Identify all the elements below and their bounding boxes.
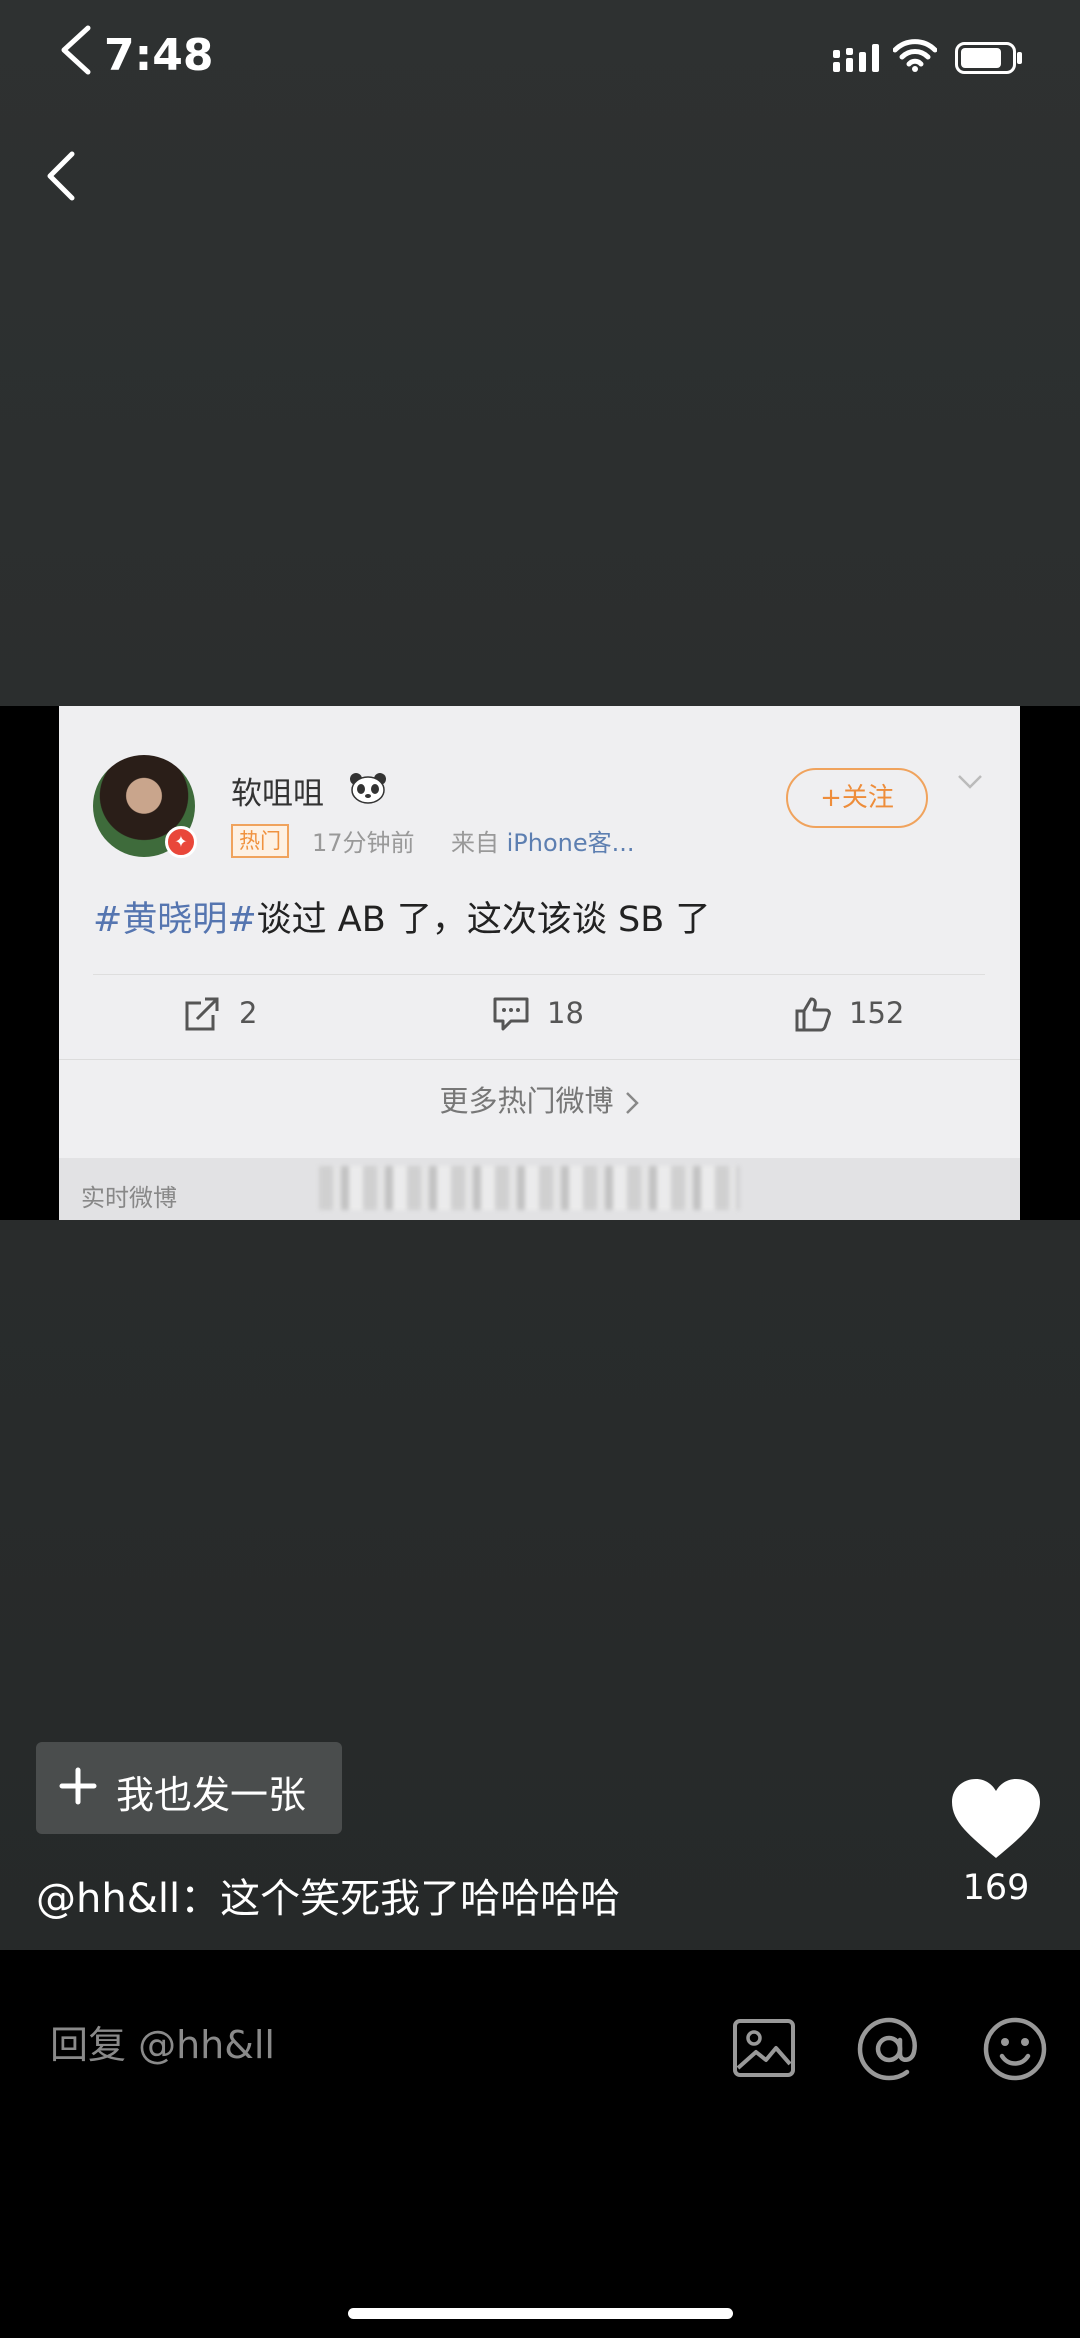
image-picker-icon[interactable] [732, 2018, 796, 2078]
comment-count: 18 [547, 996, 584, 1030]
heart-icon[interactable] [950, 1778, 1042, 1860]
verified-badge-icon: ✦ [165, 826, 197, 858]
post-hashtag: #黄晓明# [93, 900, 257, 940]
repost-count: 2 [239, 996, 258, 1030]
more-hot-link: 更多热门微博 [59, 1078, 1020, 1120]
blurred-content [319, 1166, 739, 1210]
status-time: 7:48 [104, 30, 214, 81]
home-indicator[interactable] [348, 2308, 733, 2319]
battery-icon [955, 42, 1022, 74]
reply-input[interactable]: 回复 @hh&ll [50, 2014, 275, 2069]
post-text: #黄晓明#谈过 AB 了，这次该谈 SB 了 [93, 891, 710, 942]
post-too-button[interactable]: 我也发一张 [36, 1742, 342, 1834]
realtime-bar: 实时微博 [59, 1158, 1020, 1220]
wifi-icon [893, 39, 937, 72]
signal-icon [833, 44, 879, 72]
panda-icon [350, 773, 386, 804]
back-icon[interactable] [42, 148, 82, 204]
screenshot-image[interactable]: ✦ 软咀咀 热门 17分钟前 来自 iPhone客... +关注 #黄晓明#谈过… [0, 706, 1080, 1220]
post-body: 谈过 AB 了，这次该谈 SB 了 [256, 900, 711, 940]
post-source-prefix: 来自 [451, 829, 499, 857]
follow-button: +关注 [786, 768, 928, 828]
status-bar: 7:48 [0, 0, 1080, 110]
post-time: 17分钟前 [312, 829, 415, 857]
card-divider [93, 974, 985, 975]
reply-bar: 回复 @hh&ll [0, 1950, 1080, 2338]
more-hot-label: 更多热门微博 [439, 1084, 614, 1118]
hot-badge: 热门 [231, 824, 289, 858]
card-divider [59, 1059, 1020, 1060]
realtime-label: 实时微博 [81, 1184, 177, 1212]
chevron-down-icon [958, 775, 982, 789]
post-too-label: 我也发一张 [116, 1773, 307, 1817]
plus-icon [59, 1767, 97, 1805]
like-count: 169 [962, 1868, 1030, 1908]
status-back-chevron-icon[interactable] [54, 22, 98, 78]
repost-icon [185, 997, 219, 1031]
post-source-name: iPhone客... [506, 829, 635, 857]
comment-icon [493, 997, 529, 1031]
emoji-icon[interactable] [982, 2016, 1048, 2082]
comment-text: @hh&ll：这个笑死我了哈哈哈哈 [36, 1876, 621, 1922]
weibo-post-card: ✦ 软咀咀 热门 17分钟前 来自 iPhone客... +关注 #黄晓明#谈过… [59, 706, 1020, 1220]
chevron-right-icon [625, 1092, 639, 1114]
post-source: 来自 iPhone客... [451, 823, 635, 858]
post-username: 软咀咀 [231, 776, 324, 812]
thumbs-up-icon [795, 997, 831, 1032]
like-count-card: 152 [849, 996, 905, 1030]
mention-icon[interactable] [856, 2016, 922, 2082]
